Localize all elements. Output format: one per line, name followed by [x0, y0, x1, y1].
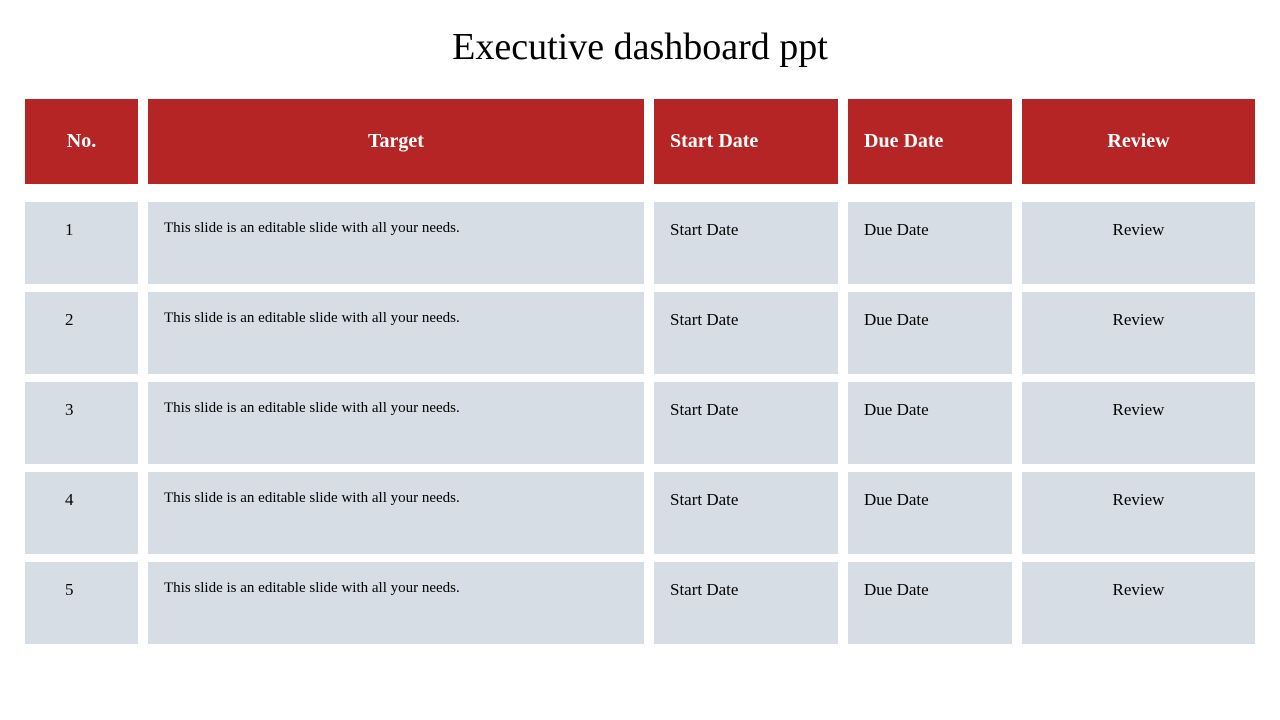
- cell-start-date: Start Date: [654, 562, 838, 644]
- table-row: 4 This slide is an editable slide with a…: [25, 472, 1255, 554]
- cell-due-date: Due Date: [848, 562, 1012, 644]
- cell-no: 4: [25, 472, 138, 554]
- cell-start-date: Start Date: [654, 472, 838, 554]
- cell-review: Review: [1022, 562, 1255, 644]
- table-row: 2 This slide is an editable slide with a…: [25, 292, 1255, 374]
- cell-no: 1: [25, 202, 138, 284]
- cell-target: This slide is an editable slide with all…: [148, 202, 644, 284]
- cell-target: This slide is an editable slide with all…: [148, 292, 644, 374]
- cell-start-date: Start Date: [654, 202, 838, 284]
- cell-review: Review: [1022, 292, 1255, 374]
- cell-start-date: Start Date: [654, 292, 838, 374]
- cell-no: 2: [25, 292, 138, 374]
- cell-no: 3: [25, 382, 138, 464]
- page-title: Executive dashboard ppt: [25, 25, 1255, 69]
- header-start-date: Start Date: [654, 99, 838, 184]
- cell-due-date: Due Date: [848, 472, 1012, 554]
- cell-start-date: Start Date: [654, 382, 838, 464]
- cell-target: This slide is an editable slide with all…: [148, 472, 644, 554]
- cell-review: Review: [1022, 202, 1255, 284]
- cell-due-date: Due Date: [848, 382, 1012, 464]
- table-row: 5 This slide is an editable slide with a…: [25, 562, 1255, 644]
- cell-target: This slide is an editable slide with all…: [148, 382, 644, 464]
- cell-review: Review: [1022, 382, 1255, 464]
- header-review: Review: [1022, 99, 1255, 184]
- dashboard-table: No. Target Start Date Due Date Review 1 …: [25, 99, 1255, 644]
- header-target: Target: [148, 99, 644, 184]
- cell-target: This slide is an editable slide with all…: [148, 562, 644, 644]
- table-row: 3 This slide is an editable slide with a…: [25, 382, 1255, 464]
- cell-due-date: Due Date: [848, 202, 1012, 284]
- header-no: No.: [25, 99, 138, 184]
- cell-review: Review: [1022, 472, 1255, 554]
- cell-due-date: Due Date: [848, 292, 1012, 374]
- cell-no: 5: [25, 562, 138, 644]
- table-row: 1 This slide is an editable slide with a…: [25, 202, 1255, 284]
- table-header-row: No. Target Start Date Due Date Review: [25, 99, 1255, 184]
- header-due-date: Due Date: [848, 99, 1012, 184]
